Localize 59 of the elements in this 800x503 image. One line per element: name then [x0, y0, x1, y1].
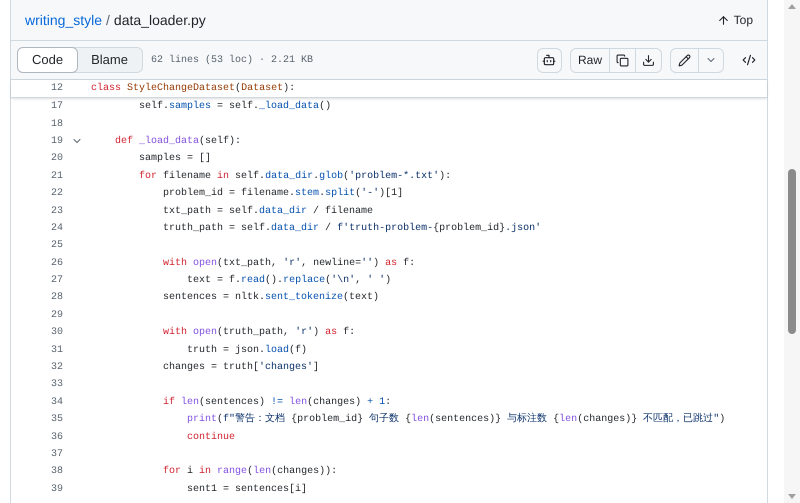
line-number: 23: [50, 204, 63, 219]
line-number: 34: [50, 396, 63, 410]
file-meta: 62 lines (53 loc) · 2.21 KB: [150, 54, 313, 68]
line-number: 35: [50, 413, 63, 428]
code-line: truth_path = self.data_dir / f'truth-problem-{problem_id}.json': [162, 222, 542, 236]
file-name: data_loader.py: [114, 10, 206, 30]
line-number: 37: [50, 448, 63, 462]
code-line: for i in range(len(changes)):: [162, 464, 338, 480]
top-button[interactable]: Top: [716, 11, 753, 29]
line-number: 33: [50, 378, 63, 392]
code-line: with open(truth_path, 'r') as f:: [162, 326, 356, 340]
code-line: def _load_data(self):: [114, 134, 242, 149]
code-line: if len(sentences) != len(changes) + 1:: [162, 396, 392, 410]
repo-link[interactable]: writing_style: [25, 10, 102, 30]
code-line: with open(txt_path, 'r', newline='') as f:: [162, 256, 416, 271]
line-number: 22: [50, 187, 63, 202]
line-number: 12: [50, 82, 63, 96]
code-line: problem_id = filename.stem.split('-')[1]: [162, 186, 404, 202]
code-line: self.samples = self._load_data(): [138, 100, 332, 114]
line-number: 29: [50, 308, 63, 323]
copilot-button[interactable]: [536, 48, 562, 72]
line-number: 18: [50, 118, 63, 132]
path-separator: /: [106, 10, 110, 30]
robot-icon: [542, 53, 556, 67]
line-number: 25: [50, 239, 63, 254]
line-number: 32: [50, 361, 63, 376]
line-number: 30: [50, 326, 63, 340]
line-number: 17: [50, 100, 63, 114]
line-number: 28: [50, 291, 63, 306]
line-number: 20: [50, 152, 63, 166]
code-line: txt_path = self.data_dir / filename: [162, 204, 374, 219]
raw-button[interactable]: Raw: [570, 48, 610, 72]
code-line: sent1 = sentences[i]: [186, 482, 308, 497]
line-number: 36: [50, 430, 63, 445]
scrollbar-thumb[interactable]: [788, 169, 796, 334]
line-number: 26: [50, 256, 63, 271]
code-line: for filename in self.data_dir.glob('problem-*.txt'):: [138, 170, 452, 184]
line-number: 31: [50, 344, 63, 358]
code-line: print(f"警告：文档 {problem_id} 句子数 {len(sentences)} 与标注数 {len(changes)} 不匹配，已跳过"): [186, 412, 726, 428]
line-number: 27: [50, 274, 63, 288]
code-line: changes = truth['changes']: [162, 360, 320, 376]
download-icon: [642, 54, 655, 66]
arrow-up-icon: [716, 14, 730, 26]
view-tab[interactable]: Blame: [77, 48, 142, 72]
code-line: class StyleChangeDataset(Dataset):: [91, 82, 296, 96]
code-panel-icon: [742, 53, 756, 67]
code-line: truth = json.load(f): [186, 344, 308, 358]
code-line: text = f.read().replace('\n', ' '): [186, 274, 392, 288]
line-number: 21: [50, 170, 63, 184]
line-number: 19: [50, 134, 63, 149]
view-tab[interactable]: Code: [17, 47, 78, 73]
copy-icon: [616, 54, 629, 66]
code-line: continue: [186, 430, 236, 445]
code-line: sentences = nltk.sent_tokenize(text): [162, 290, 380, 306]
line-number: 24: [50, 222, 63, 236]
line-number: 38: [50, 465, 63, 480]
line-number: 39: [50, 482, 63, 497]
code-line: samples = []: [138, 152, 212, 166]
pencil-icon: [678, 54, 691, 66]
